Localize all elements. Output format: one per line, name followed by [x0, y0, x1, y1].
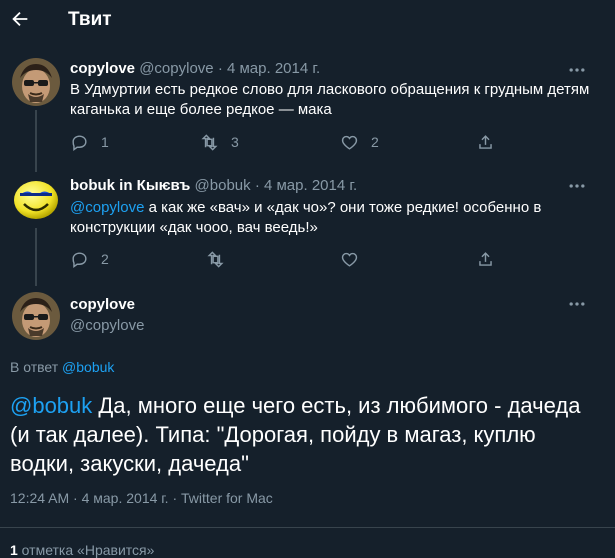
reply-count: 1 — [101, 134, 109, 150]
tweet-actions: 1 3 2 — [70, 131, 510, 153]
reply-icon — [72, 251, 87, 268]
avatar-photo — [12, 292, 60, 340]
reply-count: 2 — [101, 251, 109, 267]
author-name[interactable]: copylove — [70, 296, 135, 313]
author-name[interactable]: copylove — [70, 60, 135, 77]
separator-dot: · — [254, 177, 260, 194]
share-button[interactable] — [476, 131, 495, 153]
reply-button[interactable]: 1 — [70, 131, 109, 153]
share-icon — [479, 251, 492, 266]
reply-button[interactable]: 2 — [70, 248, 109, 270]
like-button[interactable]: 2 — [340, 131, 379, 153]
mention-link[interactable]: @bobuk — [10, 393, 92, 418]
like-count: 2 — [371, 134, 379, 150]
more-icon[interactable] — [567, 176, 587, 196]
smiley-avatar — [14, 181, 58, 219]
reply-to-handle[interactable]: @bobuk — [62, 359, 114, 375]
heart-icon — [341, 252, 358, 267]
likes-label: отметка «Нравится» — [17, 542, 155, 558]
tweet-meta: bobuk in Кыѥвъ @bobuk · 4 мар. 2014 г. — [70, 177, 357, 194]
more-icon[interactable] — [567, 294, 587, 314]
heart-icon — [341, 135, 358, 150]
main-tweet-body: Да, много еще чего есть, из любимого - д… — [10, 393, 581, 476]
likes-count: 1 — [10, 542, 18, 558]
reply-to-label: В ответ — [10, 359, 63, 375]
tweet-text: В Удмуртии есть редкое слово для ласково… — [70, 81, 590, 118]
header: Твит — [0, 0, 615, 40]
tweet-actions: 2 — [70, 248, 510, 270]
more-icon[interactable] — [567, 60, 587, 80]
retweet-icon — [201, 133, 218, 151]
divider — [0, 527, 615, 528]
main-tweet-text: @bobuk Да, много еще чего есть, из любим… — [10, 391, 600, 478]
avatar[interactable] — [12, 292, 60, 340]
tweet-date[interactable]: 4 мар. 2014 г. — [264, 177, 357, 194]
author-name[interactable]: bobuk in Кыѥвъ — [70, 177, 190, 194]
arrow-left-icon[interactable] — [9, 8, 31, 30]
mention-link[interactable]: @copylove — [70, 199, 144, 216]
like-button[interactable] — [340, 248, 359, 270]
author-handle[interactable]: @copylove — [70, 317, 144, 334]
retweet-button[interactable]: 3 — [200, 131, 239, 153]
separator-dot: · — [217, 60, 223, 77]
share-button[interactable] — [476, 248, 495, 270]
likes-summary[interactable]: 1 отметка «Нравится» — [10, 542, 154, 558]
tweet-text: @copylove а как же «вач» и «дак чо»? они… — [70, 198, 590, 238]
thread-line — [35, 228, 37, 286]
tweet-meta: copylove @copylove · 4 мар. 2014 г. — [70, 60, 320, 77]
retweet-button[interactable] — [206, 248, 225, 270]
avatar-photo — [12, 58, 60, 106]
share-icon — [479, 134, 492, 149]
avatar[interactable] — [12, 176, 60, 224]
reply-icon — [72, 134, 87, 151]
retweet-icon — [207, 250, 224, 268]
retweet-count: 3 — [231, 134, 239, 150]
author-handle[interactable]: @copylove — [139, 60, 213, 77]
avatar[interactable] — [12, 58, 60, 106]
tweet-timestamp[interactable]: 12:24 AM · 4 мар. 2014 г. · Twitter for … — [10, 490, 273, 506]
reply-to: В ответ @bobuk — [10, 359, 114, 375]
thread-line — [35, 110, 37, 172]
author-handle[interactable]: @bobuk — [195, 177, 251, 194]
tweet-date[interactable]: 4 мар. 2014 г. — [227, 60, 320, 77]
page-title: Твит — [68, 9, 112, 30]
